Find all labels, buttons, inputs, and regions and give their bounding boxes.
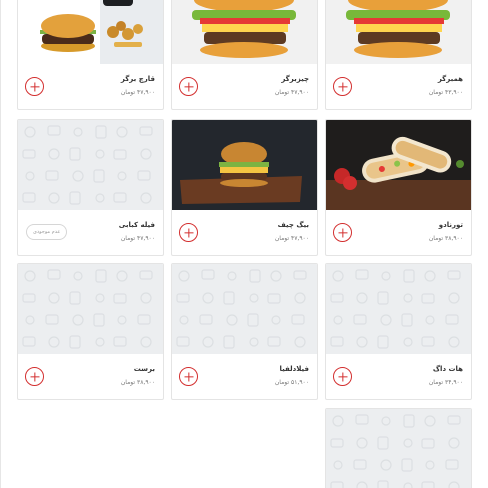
product-card-8[interactable]: هات داگ ۳۴,۹۰۰ تومان [325,263,472,400]
product-price: ۳۸,۹۰۰ تومان [428,235,463,242]
product-image-placeholder [18,264,163,354]
product-image-placeholder [172,264,317,354]
product-card-2[interactable]: همبرگر ۴۳,۹۰۰ تومان [325,0,472,110]
out-of-stock-badge: عدم موجودی [26,224,68,240]
add-to-cart-button[interactable] [333,223,352,242]
product-price: ۴۷,۹۰۰ تومان [120,89,155,96]
product-image-placeholder [326,264,471,354]
product-image [18,0,163,64]
product-card-9[interactable] [325,408,472,488]
product-price: ۴۷,۹۰۰ تومان [274,235,309,242]
product-price: ۳۸,۹۰۰ تومان [120,379,155,386]
product-price: ۴۷,۹۰۰ تومان [274,89,309,96]
product-name: فیله کبابی [118,221,155,229]
product-name: فیلادلفیا [279,365,309,373]
add-to-cart-button[interactable] [333,367,352,386]
product-name: تورنادو [438,221,463,229]
product-card-5[interactable]: تورنادو ۳۸,۹۰۰ تومان [325,119,472,256]
add-to-cart-button[interactable] [179,223,198,242]
product-image [326,0,471,64]
product-image [172,120,317,210]
product-image-placeholder [18,120,163,210]
product-price: ۴۷,۹۰۰ تومان [120,235,155,242]
product-image-placeholder [326,409,471,488]
add-to-cart-button[interactable] [179,367,198,386]
product-name: بیگ چیف [277,221,309,229]
product-name: هات داگ [432,365,463,373]
product-name: همبرگر [437,75,463,83]
product-name: برست [133,365,155,373]
product-card-6[interactable]: برست ۳۸,۹۰۰ تومان [17,263,164,400]
product-image [172,0,317,64]
product-image [326,120,471,210]
product-price: ۴۳,۹۰۰ تومان [428,89,463,96]
add-to-cart-button[interactable] [25,367,44,386]
product-name: قارچ برگر [120,75,155,83]
product-price: ۳۴,۹۰۰ تومان [428,379,463,386]
page-left-border [0,0,1,488]
product-card-0[interactable]: قارچ برگر ۴۷,۹۰۰ تومان [17,0,164,110]
product-card-1[interactable]: چیزبرگر ۴۷,۹۰۰ تومان [171,0,318,110]
product-card-4[interactable]: بیگ چیف ۴۷,۹۰۰ تومان [171,119,318,256]
product-name: چیزبرگر [281,75,309,83]
add-to-cart-button[interactable] [25,77,44,96]
product-price: ۵۱,۹۰۰ تومان [274,379,309,386]
add-to-cart-button[interactable] [333,77,352,96]
add-to-cart-button[interactable] [179,77,198,96]
product-card-7[interactable]: فیلادلفیا ۵۱,۹۰۰ تومان [171,263,318,400]
product-card-3[interactable]: فیله کبابی ۴۷,۹۰۰ تومان عدم موجودی [17,119,164,256]
